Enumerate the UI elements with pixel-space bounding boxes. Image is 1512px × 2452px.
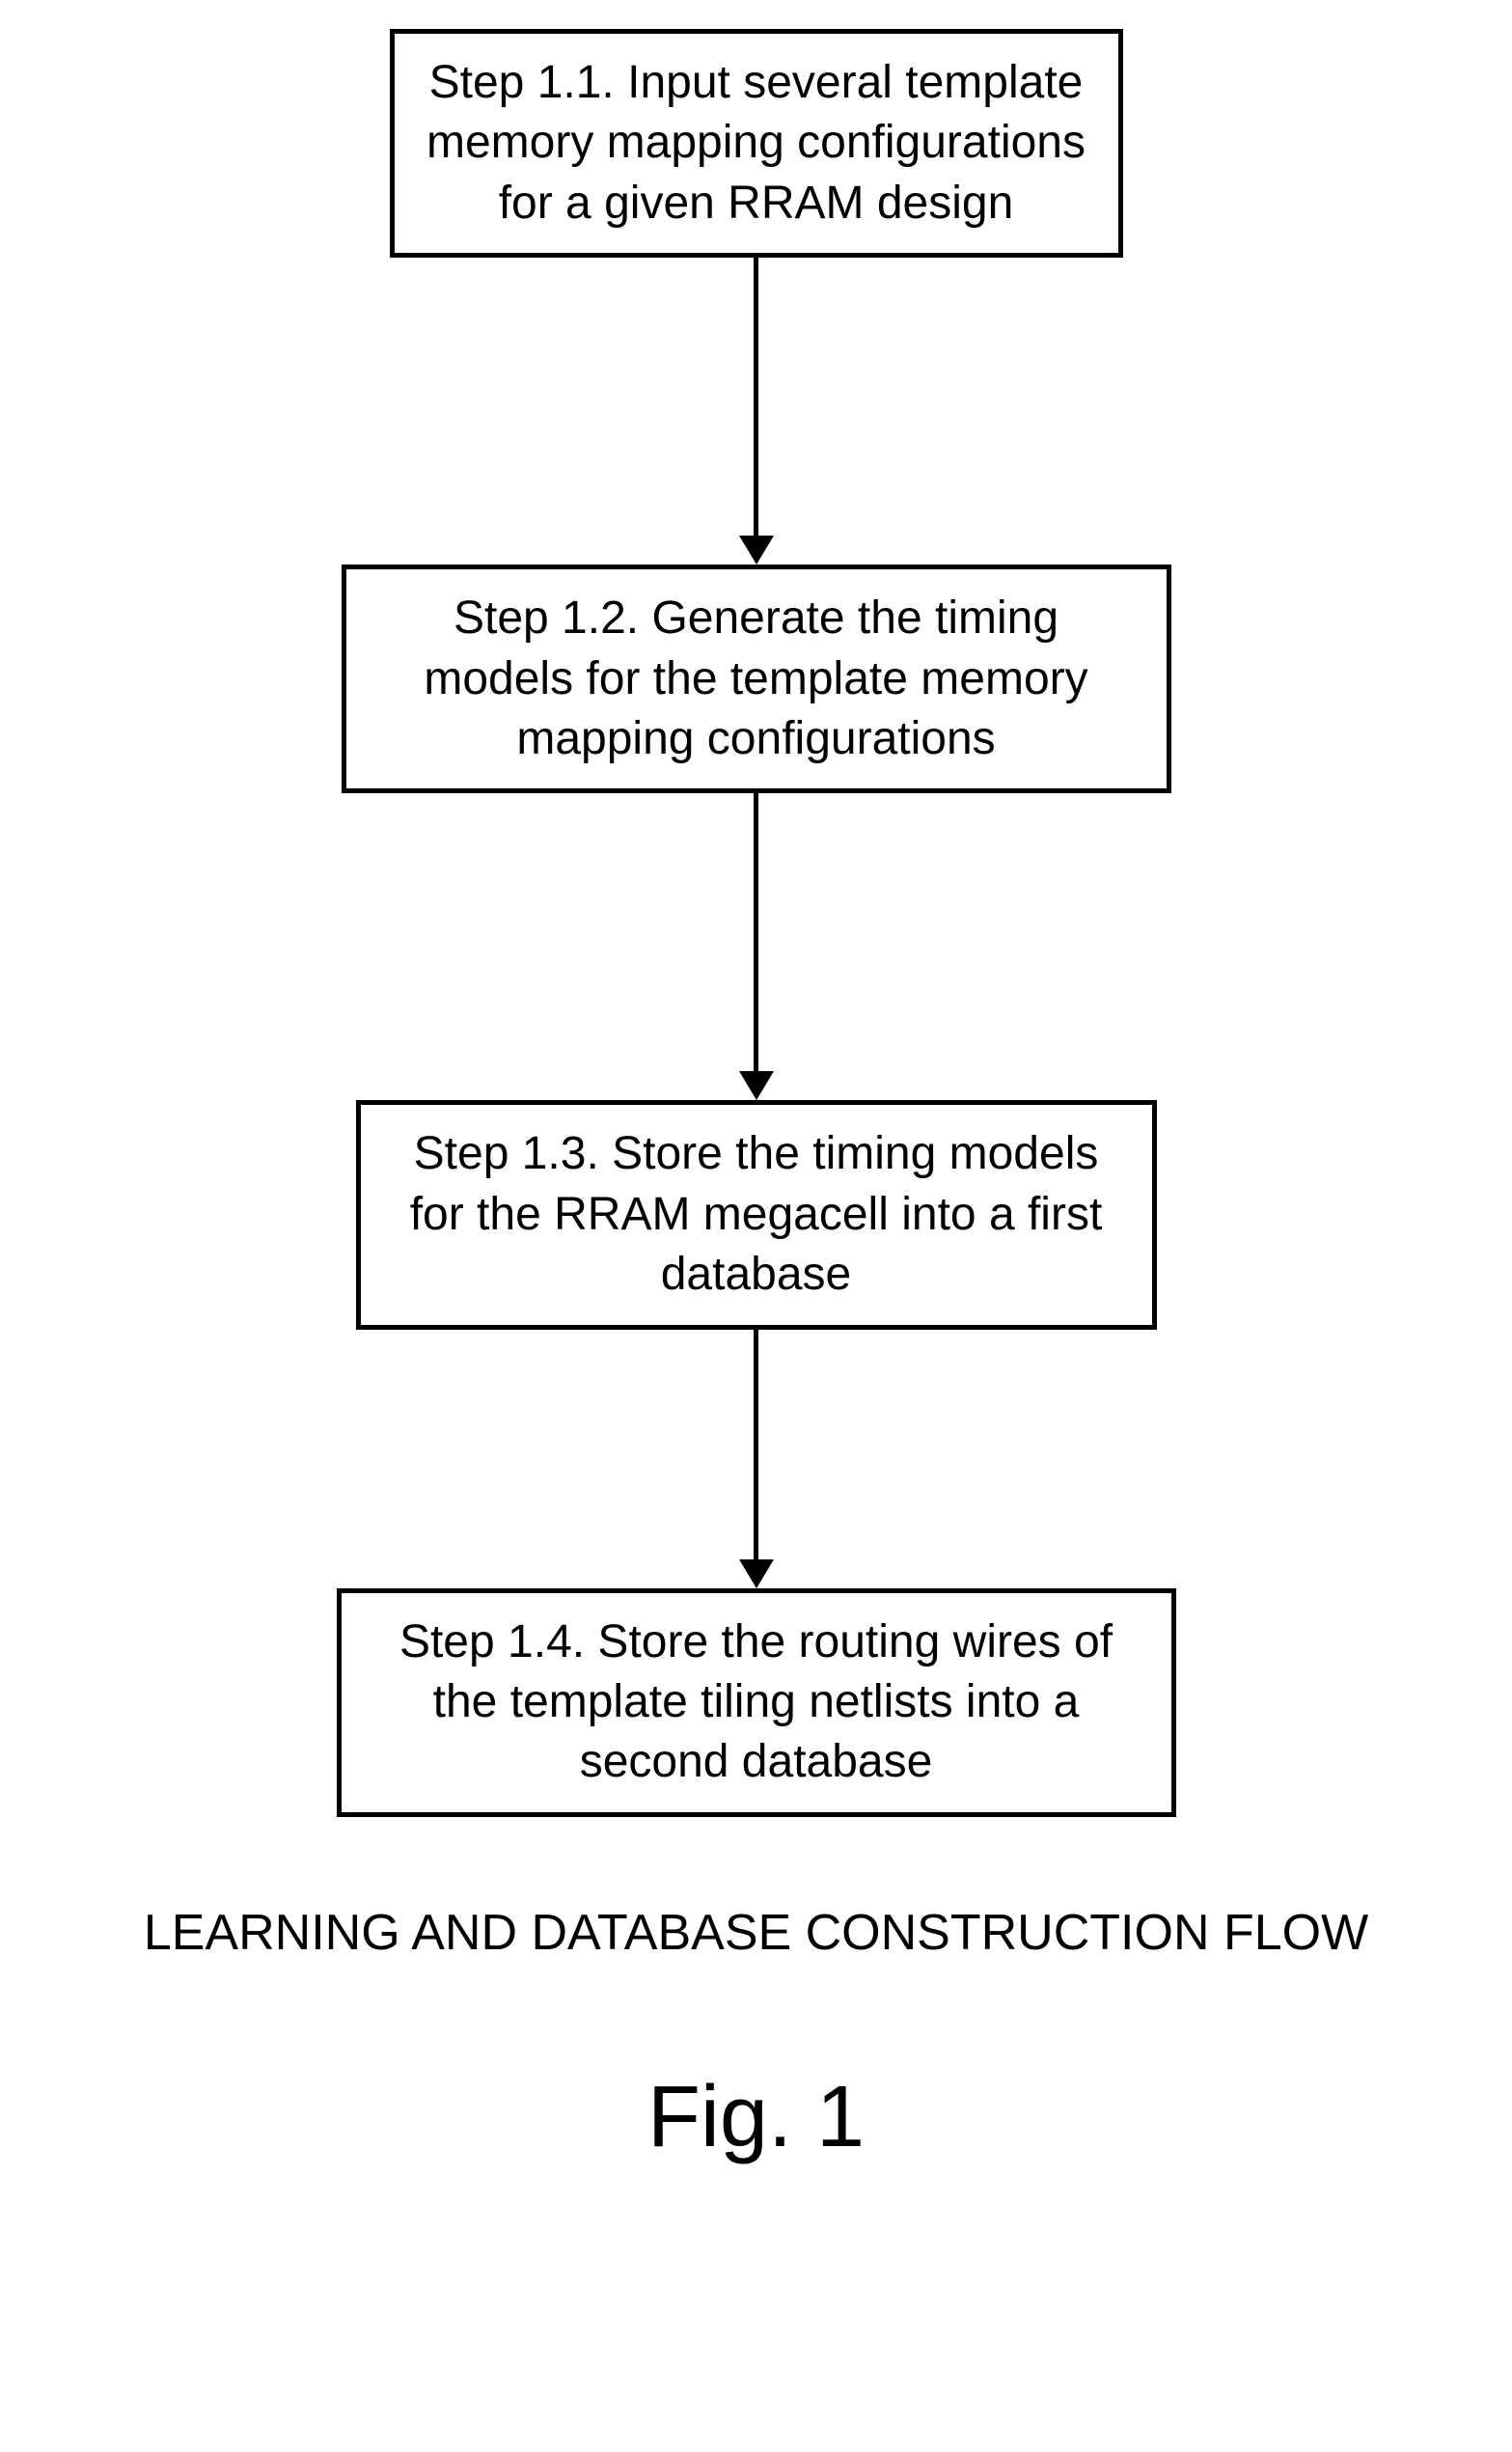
figure-label: Fig. 1 — [647, 2068, 865, 2167]
step-box-4: Step 1.4. Store the routing wires of the… — [337, 1588, 1176, 1817]
arrow-2 — [739, 793, 774, 1100]
step-box-3: Step 1.3. Store the timing models for th… — [356, 1100, 1157, 1329]
flowchart-container: Step 1.1. Input several template memory … — [0, 0, 1512, 2167]
flowchart-caption: LEARNING AND DATABASE CONSTRUCTION FLOW — [144, 1904, 1368, 1962]
step-box-2: Step 1.2. Generate the timing models for… — [342, 565, 1171, 793]
step-box-1: Step 1.1. Input several template memory … — [390, 29, 1123, 258]
arrow-1 — [739, 258, 774, 565]
arrow-3 — [739, 1330, 774, 1588]
